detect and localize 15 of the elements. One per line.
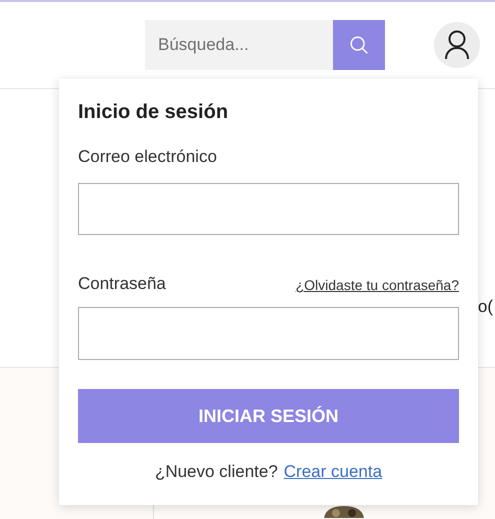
search-field[interactable]: Búsqueda... [145, 20, 333, 70]
password-field[interactable] [78, 307, 459, 360]
user-icon [444, 30, 470, 60]
partial-text: o( [478, 296, 493, 318]
create-account-link[interactable]: Crear cuenta [284, 459, 382, 484]
password-label: Contraseña [78, 272, 166, 294]
login-button[interactable]: INICIAR SESIÓN [78, 389, 459, 443]
email-field[interactable] [78, 182, 459, 234]
dropdown-title: Inicio de sesión [78, 100, 230, 125]
account-button[interactable] [434, 22, 480, 68]
search-button[interactable] [333, 20, 385, 70]
email-label: Correo electrónico [78, 146, 218, 168]
new-customer-text: ¿Nuevo cliente? [154, 461, 278, 483]
forgot-password-link[interactable]: ¿Olvidaste tu contraseña? [296, 275, 459, 296]
search-icon [348, 34, 370, 56]
